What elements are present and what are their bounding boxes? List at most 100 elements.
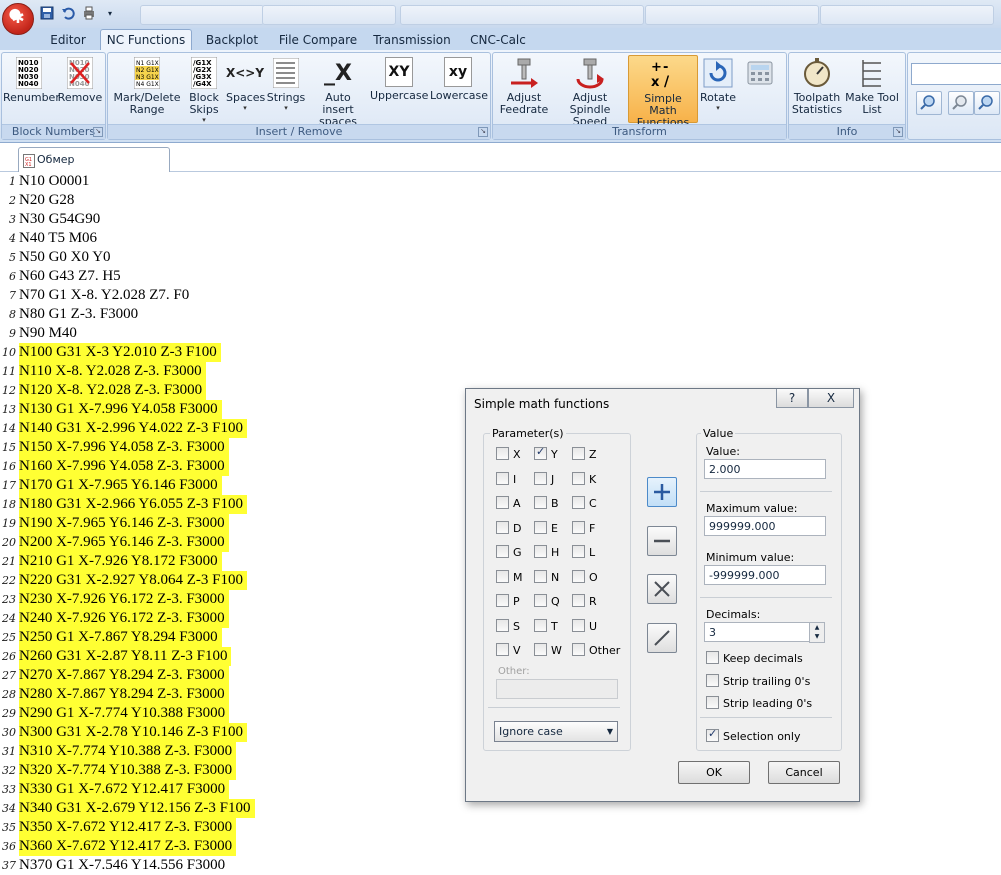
code-text[interactable]: N340 G31 X-2.679 Y12.156 Z-3 F100 [19, 799, 255, 818]
code-text[interactable]: N250 G1 X-7.867 Y8.294 F3000 [19, 628, 222, 647]
code-text[interactable]: N360 X-7.672 Y12.417 Z-3. F3000 [19, 837, 237, 856]
parameter-checkbox-i[interactable]: I [496, 471, 516, 486]
code-text[interactable]: N10 O0001 [19, 172, 93, 191]
document-tab[interactable]: G1X1 Обмер НТС1_1Fanuc.txt * [18, 147, 170, 190]
min-value-input[interactable]: -999999.000 [704, 565, 826, 585]
rotate-button[interactable]: Rotate ▾ [698, 57, 738, 112]
parameter-checkbox-s[interactable]: S [496, 618, 520, 633]
parameter-checkbox-q[interactable]: Q [534, 594, 560, 608]
parameter-checkbox-f[interactable]: F [572, 520, 595, 535]
code-text[interactable]: N190 X-7.965 Y6.146 Z-3. F3000 [19, 514, 229, 533]
code-text[interactable]: N210 G1 X-7.926 Y8.172 F3000 [19, 552, 222, 571]
code-line[interactable]: 1 N10 O0001 [0, 172, 1001, 191]
max-value-input[interactable]: 999999.000 [704, 516, 826, 536]
parameter-checkbox-o[interactable]: O [572, 569, 598, 584]
code-text[interactable]: N150 X-7.996 Y4.058 Z-3. F3000 [19, 438, 229, 457]
code-line[interactable]: 9 N90 M40 [0, 324, 1001, 343]
code-text[interactable]: N160 X-7.996 Y4.058 Z-3. F3000 [19, 457, 229, 476]
value-input[interactable]: 2.000 [704, 459, 826, 479]
checkbox-box[interactable] [534, 569, 547, 583]
undo-icon[interactable] [59, 4, 77, 22]
code-line[interactable]: 3 N30 G54G90 [0, 210, 1001, 229]
decimals-input[interactable]: 3 [704, 622, 810, 642]
code-line[interactable]: 6 N60 G43 Z7. H5 [0, 267, 1001, 286]
multiply-operation-button[interactable] [647, 574, 677, 604]
ok-button[interactable]: OK [678, 761, 750, 784]
checkbox-box[interactable] [572, 618, 585, 632]
checkbox-box[interactable] [706, 696, 719, 709]
code-line[interactable]: 2 N20 G28 [0, 191, 1001, 210]
parameter-checkbox-t[interactable]: T [534, 618, 558, 633]
code-text[interactable]: N60 G43 Z7. H5 [19, 267, 125, 286]
block-skips-button[interactable]: /G1X/G2X/G3X/G4X Block Skips ▾ [184, 57, 224, 124]
code-line[interactable]: 4 N40 T5 M06 [0, 229, 1001, 248]
dialog-launcher-icon[interactable]: ↘ [93, 127, 103, 137]
code-line[interactable]: 5 N50 G0 X0 Y0 [0, 248, 1001, 267]
parameter-checkbox-p[interactable]: P [496, 594, 520, 608]
parameter-checkbox-m[interactable]: M [496, 569, 523, 584]
checkbox-box[interactable] [572, 496, 585, 509]
divide-operation-button[interactable] [647, 623, 677, 653]
parameter-checkbox-g[interactable]: G [496, 545, 522, 559]
parameter-checkbox-y[interactable]: Y [534, 445, 558, 461]
checkbox-box[interactable] [534, 545, 547, 558]
checkbox-box[interactable] [496, 569, 509, 583]
code-text[interactable]: N100 G31 X-3 Y2.010 Z-3 F100 [19, 343, 221, 362]
checkbox-box[interactable] [572, 545, 585, 558]
add-operation-button[interactable] [647, 477, 677, 507]
checkbox-box[interactable] [534, 471, 547, 485]
checkbox-box[interactable] [706, 727, 719, 742]
code-text[interactable]: N90 M40 [19, 324, 81, 343]
keep-decimals-checkbox[interactable]: Keep decimals [706, 651, 803, 665]
code-text[interactable]: N320 X-7.774 Y10.388 Z-3. F3000 [19, 761, 237, 780]
spaces-button[interactable]: X<>Y Spaces ▾ [226, 57, 265, 112]
parameter-checkbox-w[interactable]: W [534, 643, 562, 657]
parameter-checkbox-e[interactable]: E [534, 520, 558, 535]
tab-transmission[interactable]: Transmission [372, 30, 452, 50]
toolpath-statistics-button[interactable]: Toolpath Statistics [791, 57, 843, 116]
checkbox-box[interactable] [534, 618, 547, 632]
find-previous-icon[interactable] [974, 91, 1000, 115]
renumber-button[interactable]: N010 N020 N030 N040 Renumber [3, 57, 60, 104]
code-line[interactable]: 36 N360 X-7.672 Y12.417 Z-3. F3000 [0, 837, 1001, 856]
help-button[interactable]: ? [776, 389, 808, 408]
checkbox-box[interactable] [496, 545, 509, 558]
checkbox-box[interactable] [496, 471, 509, 485]
code-text[interactable]: N280 X-7.867 Y8.294 Z-3. F3000 [19, 685, 229, 704]
checkbox-box[interactable] [572, 569, 585, 583]
tab-editor[interactable]: Editor [42, 30, 94, 50]
checkbox-box[interactable] [572, 447, 585, 460]
simple-math-functions-button[interactable]: + - x / Simple Math Functions [628, 55, 698, 129]
checkbox-box[interactable] [534, 445, 547, 460]
tab-backplot[interactable]: Backplot [200, 30, 264, 50]
code-text[interactable]: N230 X-7.926 Y6.172 Z-3. F3000 [19, 590, 229, 609]
code-text[interactable]: N180 G31 X-2.966 Y6.055 Z-3 F100 [19, 495, 248, 514]
close-icon[interactable]: X [808, 389, 854, 408]
checkbox-box[interactable] [534, 594, 547, 607]
code-line[interactable]: 7 N70 G1 X-8. Y2.028 Z7. F0 [0, 286, 1001, 305]
code-text[interactable]: N170 G1 X-7.965 Y6.146 F3000 [19, 476, 222, 495]
code-text[interactable]: N370 G1 X-7.546 Y14.556 F3000 [19, 856, 229, 875]
code-text[interactable]: N120 X-8. Y2.028 Z-3. F3000 [19, 381, 207, 400]
code-text[interactable]: N50 G0 X0 Y0 [19, 248, 115, 267]
code-text[interactable]: N140 G31 X-2.996 Y4.022 Z-3 F100 [19, 419, 248, 438]
decimals-spinner[interactable]: ▲ ▼ [809, 622, 825, 643]
find-icon[interactable] [916, 91, 942, 115]
code-text[interactable]: N220 G31 X-2.927 Y8.064 Z-3 F100 [19, 571, 248, 590]
adjust-feedrate-button[interactable]: Adjust Feedrate [497, 57, 551, 116]
strings-button[interactable]: Strings ▾ [266, 57, 306, 112]
code-text[interactable]: N240 X-7.926 Y6.172 Z-3. F3000 [19, 609, 229, 628]
code-text[interactable]: N300 G31 X-2.78 Y10.146 Z-3 F100 [19, 723, 248, 742]
parameter-checkbox-j[interactable]: J [534, 471, 554, 486]
code-text[interactable]: N270 X-7.867 Y8.294 Z-3. F3000 [19, 666, 229, 685]
code-line[interactable]: 35 N350 X-7.672 Y12.417 Z-3. F3000 [0, 818, 1001, 837]
uppercase-button[interactable]: XY Uppercase [370, 57, 428, 102]
parameter-checkbox-k[interactable]: K [572, 471, 596, 486]
make-tool-list-button[interactable]: Make Tool List [845, 57, 899, 116]
parameter-checkbox-n[interactable]: N [534, 569, 559, 584]
code-text[interactable]: N80 G1 Z-3. F3000 [19, 305, 142, 324]
code-text[interactable]: N110 X-8. Y2.028 Z-3. F3000 [19, 362, 206, 381]
lowercase-button[interactable]: xy Lowercase [430, 57, 488, 102]
checkbox-box[interactable] [706, 651, 719, 664]
code-text[interactable]: N350 X-7.672 Y12.417 Z-3. F3000 [19, 818, 237, 837]
